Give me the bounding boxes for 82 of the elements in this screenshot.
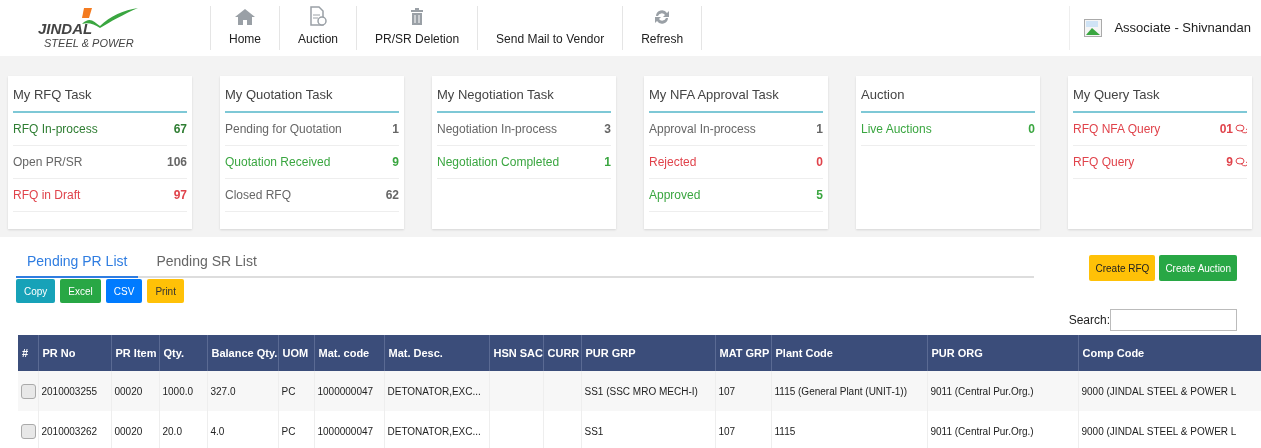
task-link[interactable]: Approval In-process — [649, 119, 756, 138]
table-cell: PC — [281, 385, 296, 397]
export-button[interactable]: Copy — [16, 279, 56, 303]
table-cell: DETONATOR,EXC... — [387, 425, 481, 437]
task-count: 106 — [166, 153, 187, 171]
card-title: My Quotation Task — [225, 85, 399, 113]
table-cell: 00020 — [114, 385, 143, 397]
card-title: My RFQ Task — [13, 85, 187, 113]
document-icon — [309, 6, 328, 26]
home-icon — [234, 8, 256, 26]
row-checkbox[interactable] — [21, 423, 36, 439]
search-label: Search: — [1068, 312, 1110, 329]
table-cell: 00020 — [114, 425, 143, 437]
table-cell: SS1 — [584, 425, 604, 437]
export-button[interactable]: Excel — [60, 279, 101, 303]
nav-button[interactable]: Send Mail to Vendor — [477, 6, 623, 50]
table-cell: 9000 (JINDAL STEEL & POWER L — [1081, 385, 1237, 397]
logo-tagline: STEEL & POWER — [44, 38, 134, 49]
task-count: 5 — [816, 186, 823, 204]
task-link[interactable]: Negotiation Completed — [437, 152, 560, 171]
table-cell: 1115 (General Plant (UNIT-1)) — [774, 385, 907, 397]
table-cell: 9000 (JINDAL STEEL & POWER L — [1081, 425, 1237, 437]
nav-button[interactable]: Refresh — [622, 6, 703, 50]
task-link[interactable]: Rejected — [649, 152, 697, 171]
task-count: 9 — [392, 153, 399, 171]
refresh-icon — [653, 8, 672, 26]
table-cell: 2010003262 — [41, 425, 98, 437]
task-count: 97 — [173, 186, 187, 204]
export-button[interactable]: CSV — [105, 279, 143, 303]
table-cell: PC — [281, 425, 296, 437]
table-cell: 20.0 — [162, 425, 182, 437]
task-link[interactable]: RFQ In-process — [13, 119, 98, 138]
action-button[interactable]: Create Auction — [1159, 255, 1237, 281]
task-count: 62 — [385, 186, 399, 204]
nav-button[interactable]: PR/SR Deletion — [356, 6, 478, 50]
user-name: Associate - Shivnandan — [1114, 19, 1251, 38]
table-cell: 1000000047 — [317, 425, 374, 437]
avatar-image-icon — [1084, 19, 1103, 37]
task-count: 3 — [604, 120, 611, 138]
task-count: 01 — [1219, 120, 1233, 138]
task-count: 1 — [604, 153, 611, 171]
table-cell: 107 — [718, 385, 736, 397]
table-cell: 2010003255 — [41, 385, 98, 397]
table-cell: 107 — [718, 425, 736, 437]
card-title: My NFA Approval Task — [649, 85, 823, 113]
task-link[interactable]: RFQ NFA Query — [1073, 119, 1161, 138]
task-link[interactable]: Quotation Received — [225, 152, 331, 171]
task-count: 67 — [173, 120, 187, 138]
table-cell: DETONATOR,EXC... — [387, 385, 481, 397]
task-count: 1 — [816, 120, 823, 138]
list-tab[interactable]: Pending SR List — [138, 251, 275, 276]
task-link[interactable]: Approved — [649, 185, 701, 204]
task-link[interactable]: Open PR/SR — [13, 152, 83, 171]
task-count: 1 — [392, 120, 399, 138]
task-link[interactable]: Live Auctions — [861, 119, 932, 138]
task-count: 9 — [1226, 153, 1233, 171]
trash-icon — [410, 8, 425, 26]
table-cell: 9011 (Central Pur.Org.) — [930, 385, 1034, 397]
table-cell: 1000.0 — [162, 385, 194, 397]
row-checkbox[interactable] — [21, 383, 36, 399]
table-cell: 9011 (Central Pur.Org.) — [930, 425, 1034, 437]
task-link[interactable]: RFQ in Draft — [13, 185, 81, 204]
table-cell: 327.0 — [210, 385, 236, 397]
task-link[interactable]: Closed RFQ — [225, 185, 292, 204]
task-count: 0 — [816, 153, 823, 171]
table-cell: 1115 — [774, 425, 796, 437]
card-title: Auction — [861, 85, 1035, 113]
task-link[interactable]: Pending for Quotation — [225, 119, 342, 138]
table-cell: 4.0 — [210, 425, 225, 437]
search-field[interactable] — [1110, 309, 1237, 331]
task-link[interactable]: Negotiation In-process — [437, 119, 558, 138]
task-count: 0 — [1028, 120, 1035, 138]
nav-button[interactable]: Auction — [279, 6, 357, 50]
nav-button[interactable]: Home — [210, 6, 279, 50]
logo-name: JINDAL — [38, 21, 93, 36]
table-cell: 1000000047 — [317, 385, 374, 397]
table-cell: SS1 (SSC MRO MECH-I) — [584, 385, 698, 397]
export-button[interactable]: Print — [147, 279, 184, 303]
task-link[interactable]: RFQ Query — [1073, 152, 1135, 171]
card-title: My Query Task — [1073, 85, 1247, 113]
action-button[interactable]: Create RFQ — [1089, 255, 1156, 281]
card-title: My Negotiation Task — [437, 85, 611, 113]
